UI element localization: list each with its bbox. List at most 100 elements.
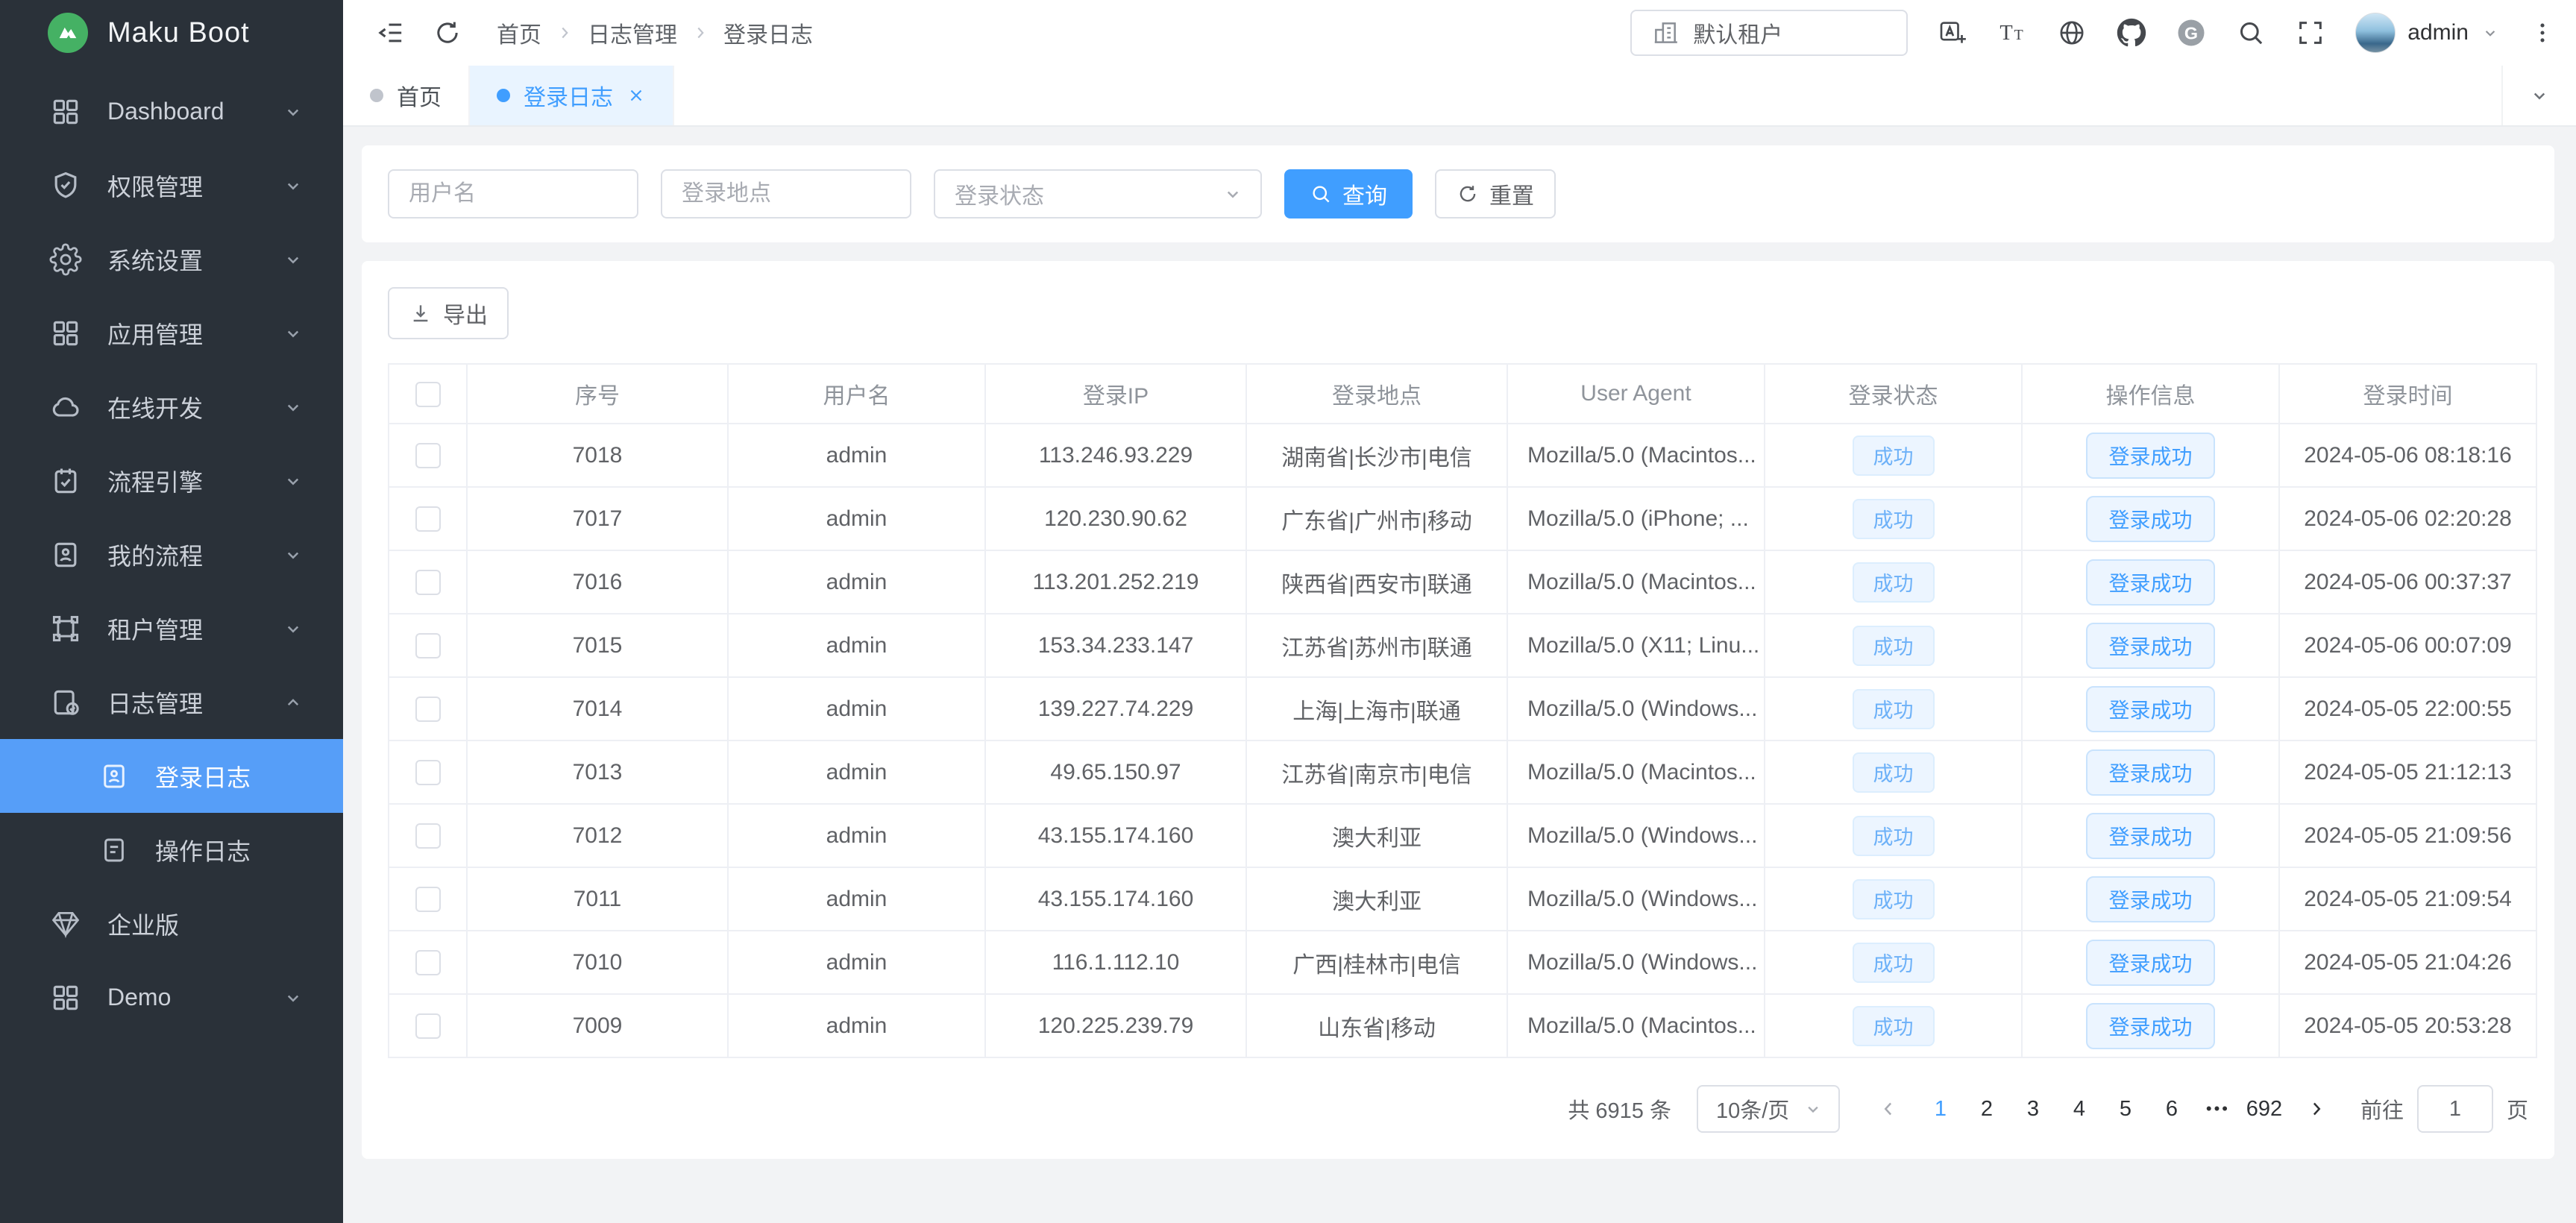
fullscreen-button[interactable] [2296,18,2325,48]
github-icon [2117,18,2146,48]
sidebar-item-log-management[interactable]: 日志管理 [0,665,343,739]
github-button[interactable] [2117,18,2146,48]
sidebar-item-system-settings[interactable]: 系统设置 [0,222,343,296]
page-size-select[interactable]: 10条/页 [1697,1085,1840,1133]
clipboard-check-icon [49,465,82,497]
cell-ip: 120.230.90.62 [985,487,1246,550]
export-button[interactable]: 导出 [388,287,509,339]
login-location-input[interactable] [661,169,911,218]
cell-user-agent: Mozilla/5.0 (Macintos... [1507,994,1765,1057]
sidebar-item-app-management[interactable]: 应用管理 [0,296,343,370]
cell-ip: 113.201.252.219 [985,550,1246,614]
refresh-button[interactable] [433,18,462,48]
cell-time: 2024-05-05 21:04:26 [2279,931,2536,994]
cell-ip: 113.246.93.229 [985,424,1246,487]
page-content: 登录状态 查询 重置 导出 [343,127,2576,1223]
search-button[interactable] [2236,18,2266,48]
tenant-select[interactable]: 默认租户 [1630,10,1908,56]
tabs-dropdown-button[interactable] [2501,66,2576,125]
sidebar-subitem-login-log[interactable]: 登录日志 [0,739,343,813]
table-row: 7012 admin 43.155.174.160 澳大利亚 Mozilla/5… [389,804,2536,867]
operation-tag[interactable]: 登录成功 [2086,496,2214,542]
sidebar-item-my-workflow[interactable]: 我的流程 [0,518,343,591]
sidebar-item-permissions[interactable]: 权限管理 [0,148,343,222]
row-checkbox[interactable] [415,697,441,722]
reset-button[interactable]: 重置 [1435,169,1556,218]
operation-tag[interactable]: 登录成功 [2086,940,2214,986]
sidebar-item-enterprise[interactable]: 企业版 [0,887,343,961]
row-checkbox[interactable] [415,1013,441,1039]
svg-text:T: T [2014,27,2023,43]
operation-tag[interactable]: 登录成功 [2086,876,2214,922]
table-row: 7010 admin 116.1.112.10 广西|桂林市|电信 Mozill… [389,931,2536,994]
cell-id: 7018 [467,424,728,487]
search-submit-button[interactable]: 查询 [1284,169,1413,218]
refresh-icon [433,18,462,48]
goto-page-input[interactable] [2417,1085,2493,1133]
sidebar-collapse-button[interactable] [376,18,406,48]
operation-tag[interactable]: 登录成功 [2086,623,2214,669]
sidebar-item-online-dev[interactable]: 在线开发 [0,370,343,444]
tab-home[interactable]: 首页 [343,66,470,125]
next-page-button[interactable] [2293,1085,2340,1133]
page-number-button[interactable]: 5 [2102,1085,2149,1133]
breadcrumb-home[interactable]: 首页 [497,16,541,49]
chevron-down-icon [1222,183,1244,205]
row-checkbox[interactable] [415,506,441,532]
sidebar-subitem-operation-log[interactable]: 操作日志 [0,813,343,887]
row-checkbox[interactable] [415,443,441,468]
column-ip: 登录IP [985,364,1246,424]
page-number-button[interactable]: 3 [2010,1085,2056,1133]
close-icon[interactable] [626,86,646,105]
row-checkbox[interactable] [415,570,441,595]
font-size-icon: TT [1997,18,2027,48]
pagination-pages: 123456•••692 [1917,1085,2287,1133]
cell-time: 2024-05-05 22:00:55 [2279,677,2536,741]
tab-dot [497,89,510,102]
cloud-icon [49,391,82,424]
row-checkbox[interactable] [415,633,441,658]
page-number-button[interactable]: 6 [2149,1085,2195,1133]
chevron-right-icon [2305,1098,2328,1120]
row-checkbox[interactable] [415,760,441,785]
row-checkbox[interactable] [415,950,441,975]
globe-button[interactable] [2057,18,2087,48]
sidebar-item-workflow-engine[interactable]: 流程引擎 [0,444,343,518]
breadcrumb-log-management[interactable]: 日志管理 [588,16,677,49]
select-all-checkbox[interactable] [415,382,441,407]
page-number-button[interactable]: 2 [1964,1085,2010,1133]
prev-page-button[interactable] [1865,1085,1911,1133]
cell-location: 陕西省|西安市|联通 [1246,550,1507,614]
cell-time: 2024-05-06 00:07:09 [2279,614,2536,677]
tab-login-log[interactable]: 登录日志 [470,66,674,125]
user-menu[interactable]: admin [2355,13,2500,53]
more-menu-button[interactable] [2530,20,2555,45]
operation-tag[interactable]: 登录成功 [2086,433,2214,479]
cell-time: 2024-05-06 02:20:28 [2279,487,2536,550]
row-checkbox[interactable] [415,823,441,849]
table-body: 7018 admin 113.246.93.229 湖南省|长沙市|电信 Moz… [389,424,2536,1057]
gitee-button[interactable]: G [2176,18,2206,48]
page-number-button[interactable]: 4 [2056,1085,2102,1133]
row-checkbox[interactable] [415,887,441,912]
operation-tag[interactable]: 登录成功 [2086,749,2214,796]
username-input[interactable] [388,169,638,218]
pagination-total: 共 6915 条 [1568,1093,1671,1125]
cell-location: 澳大利亚 [1246,867,1507,931]
page-number-button[interactable]: 1 [1917,1085,1964,1133]
cell-time: 2024-05-05 21:09:54 [2279,867,2536,931]
operation-tag[interactable]: 登录成功 [2086,813,2214,859]
avatar [2355,13,2396,53]
status-tag: 成功 [1853,1006,1935,1046]
operation-tag[interactable]: 登录成功 [2086,559,2214,606]
page-ellipsis[interactable]: ••• [2195,1085,2241,1133]
sidebar-item-tenant-management[interactable]: 租户管理 [0,591,343,665]
font-size-button[interactable]: TT [1997,18,2027,48]
sidebar-item-demo[interactable]: Demo [0,961,343,1034]
operation-tag[interactable]: 登录成功 [2086,1003,2214,1049]
page-number-button[interactable]: 692 [2241,1085,2287,1133]
login-status-select[interactable]: 登录状态 [934,169,1262,218]
sidebar-item-dashboard[interactable]: Dashboard [0,75,343,148]
operation-tag[interactable]: 登录成功 [2086,686,2214,732]
language-button[interactable] [1938,18,1967,48]
